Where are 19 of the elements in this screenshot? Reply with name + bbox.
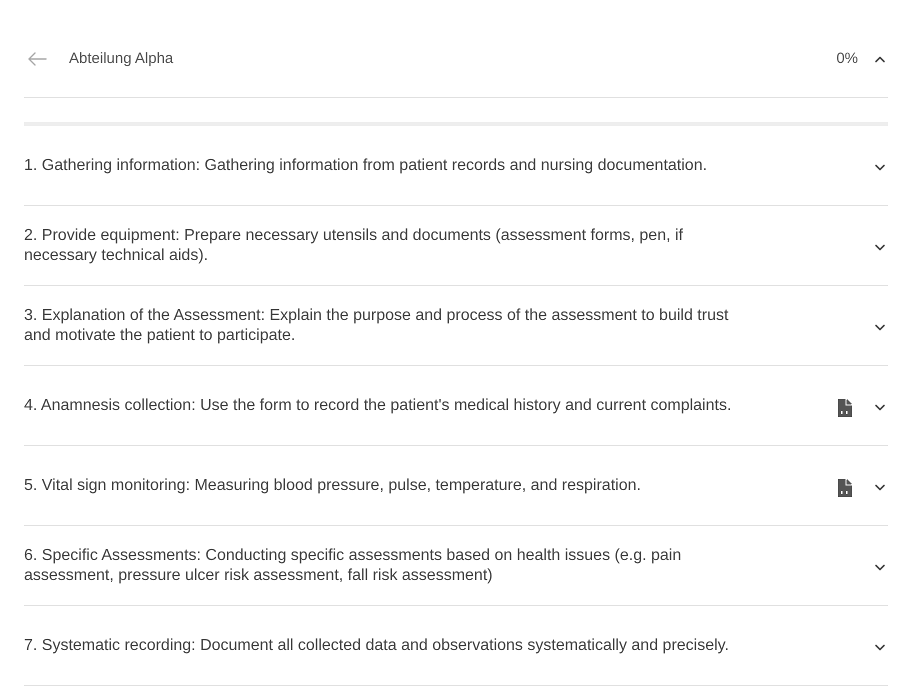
expand-icon[interactable] <box>874 244 886 252</box>
step-text: 7. Systematic recording: Document all collected data and observations systematically and precisely. <box>24 636 730 656</box>
document-icon[interactable] <box>838 398 852 416</box>
expand-icon[interactable] <box>874 484 886 492</box>
expand-icon[interactable] <box>874 564 886 572</box>
step-text: 1. Gathering information: Gathering information from patient records and nursing documentation. <box>24 156 708 176</box>
step-text: 4. Anamnesis collection: Use the form to record the patient's medical history and current complaints. <box>24 396 732 416</box>
expand-icon[interactable] <box>874 404 886 412</box>
expand-icon[interactable] <box>874 164 886 172</box>
section-title: Abteilung Alpha <box>69 50 174 67</box>
step-text: 2. Provide equipment: Prepare necessary utensils and documents (assessment forms, pen, if necessary technical aids). <box>24 226 684 266</box>
progress-percent: 0% <box>836 50 858 67</box>
step-text: 6. Specific Assessments: Conducting specific assessments based on health issues (e.g. pain assessment, pressure ulcer risk assessment, fall risk assessment) <box>24 546 682 586</box>
collapse-icon[interactable] <box>874 54 886 62</box>
expand-icon[interactable] <box>874 644 886 652</box>
step-text: 5. Vital sign monitoring: Measuring blood pressure, pulse, temperature, and respiration. <box>24 476 642 496</box>
expand-icon[interactable] <box>874 324 886 332</box>
step-text: 3. Explanation of the Assessment: Explain the purpose and process of the assessment to build trust and motivate the patient to participate. <box>24 306 730 346</box>
document-icon[interactable] <box>838 478 852 496</box>
